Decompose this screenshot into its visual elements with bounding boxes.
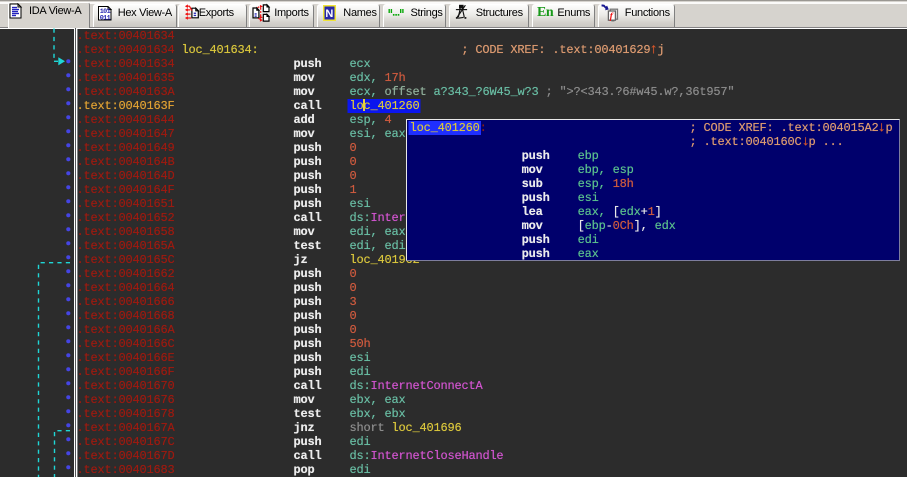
- svg-text:N: N: [325, 8, 333, 20]
- svg-text:011: 011: [99, 14, 110, 21]
